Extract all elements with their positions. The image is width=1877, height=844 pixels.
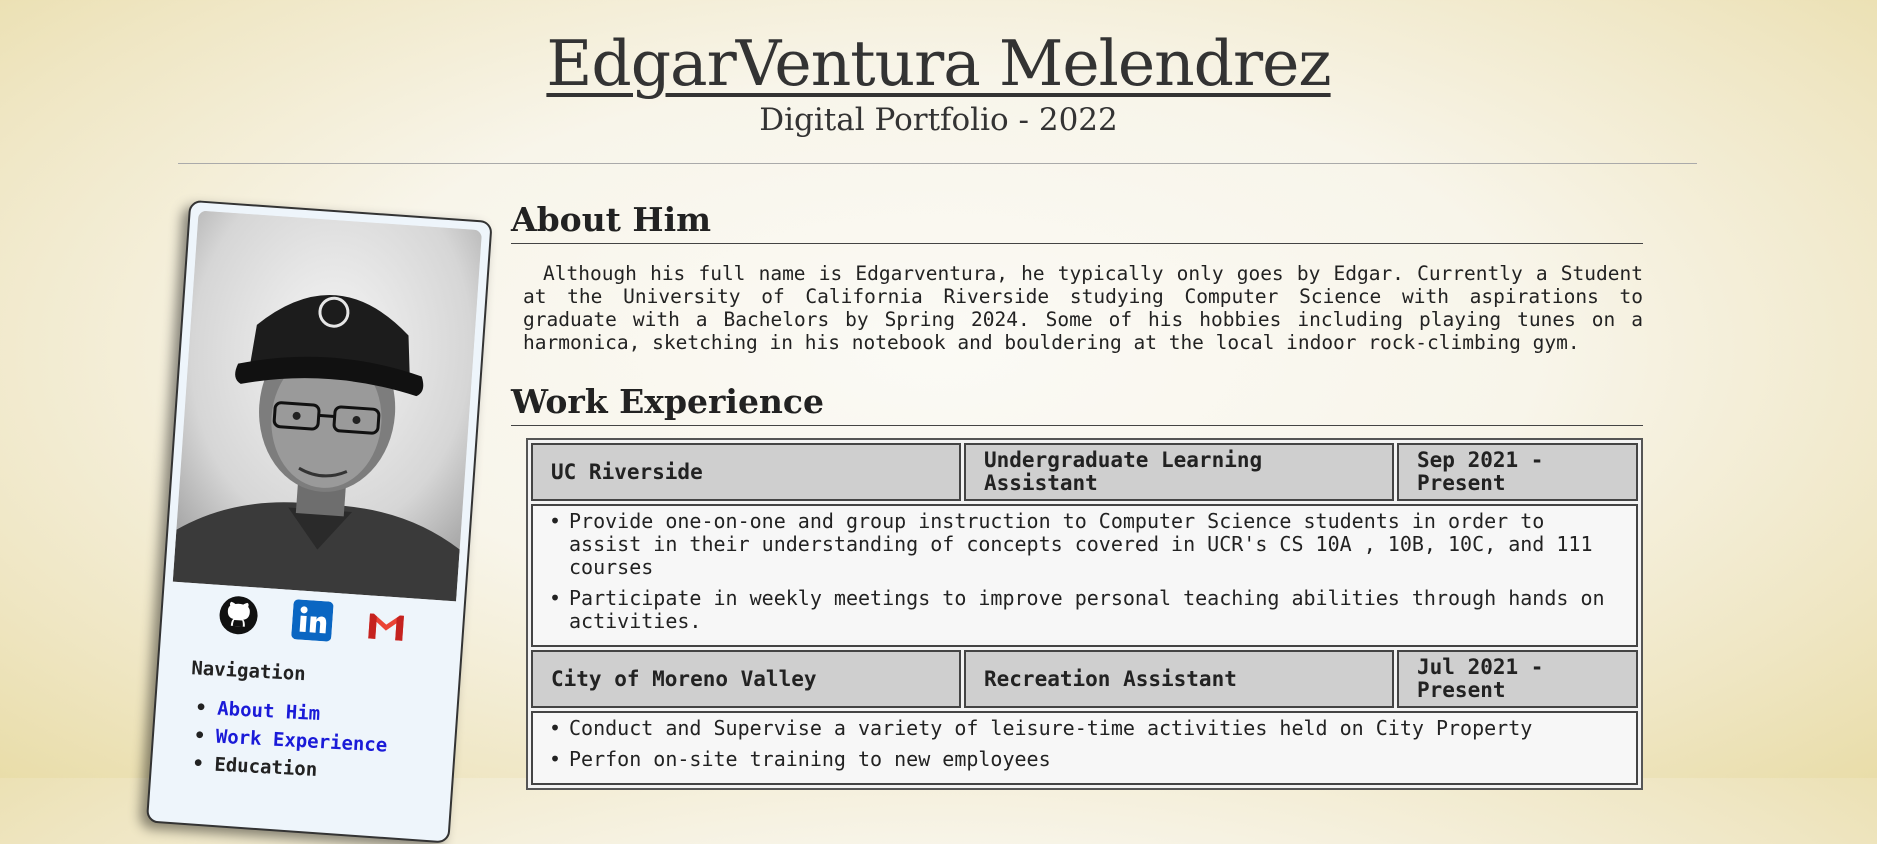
about-heading: About Him [511, 200, 1643, 244]
github-icon[interactable] [217, 594, 260, 637]
job-role: Recreation Assistant [964, 650, 1394, 708]
job-bullet: Provide one-on-one and group instruction… [543, 510, 1626, 579]
profile-photo [172, 210, 483, 602]
nav-label-education: Education [213, 753, 318, 781]
job-bullet: Perfon on-site training to new employees [543, 748, 1626, 772]
job-org: UC Riverside [531, 443, 961, 501]
job-dates: Jul 2021 - Present [1397, 650, 1638, 708]
job-details: Conduct and Supervise a variety of leisu… [531, 711, 1638, 785]
header-divider [178, 163, 1697, 164]
work-heading: Work Experience [511, 382, 1643, 426]
job-details-row: Conduct and Supervise a variety of leisu… [531, 711, 1638, 785]
job-header-row: City of Moreno Valley Recreation Assista… [531, 650, 1638, 708]
job-header-row: UC Riverside Undergraduate Learning Assi… [531, 443, 1638, 501]
main-content: About Him Although his full name is Edga… [511, 200, 1643, 790]
about-text: Although his full name is Edgarventura, … [523, 262, 1643, 354]
job-role: Undergraduate Learning Assistant [964, 443, 1394, 501]
job-bullet: Participate in weekly meetings to improv… [543, 587, 1626, 633]
job-details: Provide one-on-one and group instruction… [531, 504, 1638, 647]
side-navigation: Navigation About Him Work Experience Edu… [162, 656, 428, 789]
job-bullet: Conduct and Supervise a variety of leisu… [543, 717, 1626, 741]
job-org: City of Moreno Valley [531, 650, 961, 708]
page-subtitle: Digital Portfolio - 2022 [759, 102, 1118, 138]
gmail-icon[interactable] [365, 604, 408, 647]
page-title: EdgarVentura Melendrez [546, 27, 1331, 100]
job-dates: Sep 2021 - Present [1397, 443, 1638, 501]
linkedin-icon[interactable] [291, 599, 334, 642]
work-table: UC Riverside Undergraduate Learning Assi… [526, 438, 1643, 790]
page-header: EdgarVentura Melendrez Digital Portfolio… [0, 20, 1877, 138]
nav-list: About Him Work Experience Education [162, 692, 426, 789]
nav-link-about[interactable]: About Him [217, 698, 321, 725]
job-details-row: Provide one-on-one and group instruction… [531, 504, 1638, 647]
